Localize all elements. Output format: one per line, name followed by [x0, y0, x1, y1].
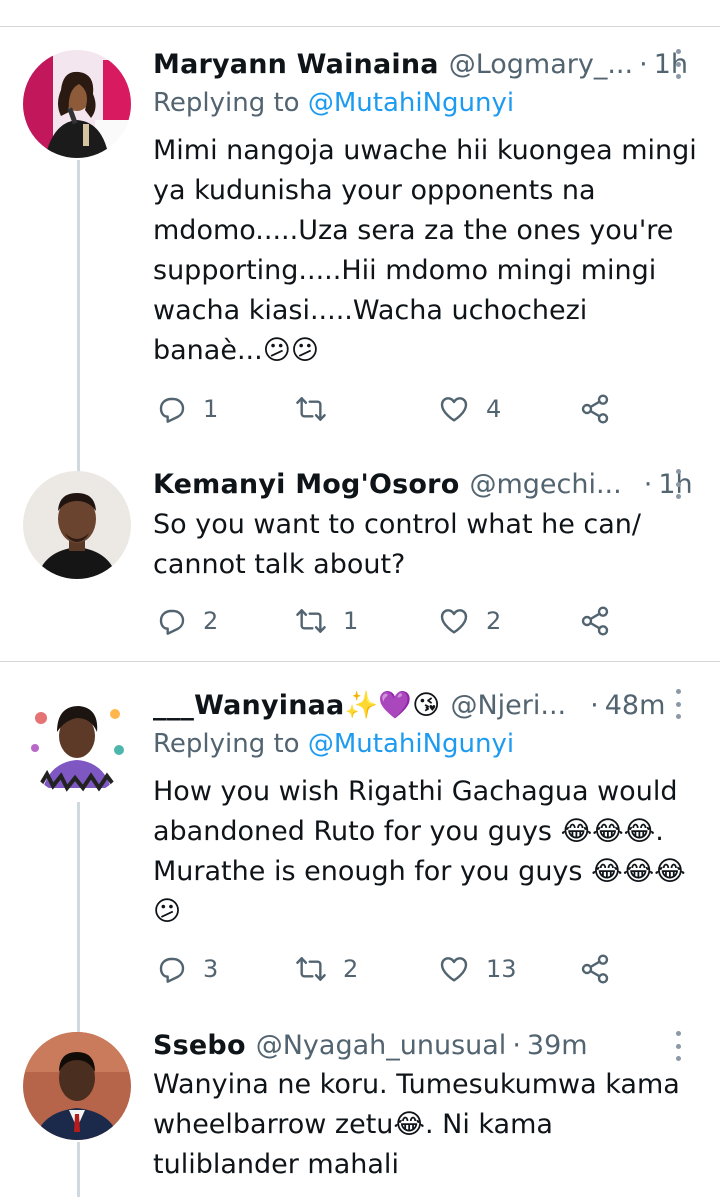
retweet-icon	[296, 609, 326, 633]
like-button[interactable]: 13	[438, 949, 517, 989]
separator: ·	[512, 1029, 521, 1061]
mention-link[interactable]: @MutahiNgunyi	[308, 88, 514, 118]
more-options-icon[interactable]	[672, 1031, 684, 1061]
avatar[interactable]	[23, 471, 131, 579]
tweet-text: So you want to control what he can/ cann…	[153, 509, 642, 580]
profile-photo-young-man	[23, 1032, 131, 1140]
timestamp[interactable]: 48m	[605, 690, 666, 721]
profile-photo-woman-microphone	[23, 50, 131, 158]
reply-count: 2	[203, 607, 219, 635]
replying-to: Replying to @MutahiNgunyi	[153, 729, 514, 759]
author-handle[interactable]: @mgechi...	[469, 469, 621, 500]
heart-icon	[440, 609, 468, 634]
tweet-header: Maryann Wainaina @Logmary_... · 1h	[153, 44, 693, 84]
more-options-icon[interactable]	[672, 469, 684, 499]
thread-line	[77, 1142, 80, 1197]
like-button[interactable]: 2	[438, 601, 501, 641]
more-options-icon[interactable]	[672, 49, 684, 79]
author-handle[interactable]: @Logmary_...	[449, 49, 633, 80]
reply-count: 1	[203, 395, 219, 423]
share-icon	[581, 606, 609, 636]
author-handle[interactable]: @Njeri...	[450, 690, 566, 721]
author-name[interactable]: Kemanyi Mog'Osoro	[153, 469, 459, 500]
tweet-text: Wanyina ne koru. Tumesukumwa kama wheelb…	[153, 1069, 680, 1180]
like-count: 13	[486, 955, 517, 983]
reply-count: 3	[203, 955, 219, 983]
tweet-header: ___Wanyinaa✨💜😘 @Njeri... · 48m	[153, 685, 693, 725]
heart-icon	[440, 397, 468, 422]
retweet-icon	[296, 397, 326, 421]
author-name[interactable]: Maryann Wainaina	[153, 49, 439, 80]
replying-prefix: Replying to	[153, 729, 308, 759]
tweet-actions: 2 1 2	[155, 601, 625, 641]
retweet-button[interactable]: 1	[295, 601, 358, 641]
separator: ·	[639, 48, 648, 80]
reply-icon	[159, 397, 185, 423]
tweet-text: How you wish Rigathi Gachagua would aban…	[153, 776, 686, 927]
thread-line	[77, 802, 80, 1032]
tweet-header: Kemanyi Mog'Osoro @mgechi... · 1h	[153, 464, 693, 504]
like-count: 2	[486, 607, 502, 635]
author-name[interactable]: ___Wanyinaa✨💜😘	[153, 689, 440, 721]
like-button[interactable]: 4	[438, 389, 501, 429]
mention-link[interactable]: @MutahiNgunyi	[308, 729, 514, 759]
reply-button[interactable]: 1	[155, 389, 218, 429]
separator: ·	[590, 689, 599, 721]
reply-icon	[159, 957, 185, 983]
avatar[interactable]	[23, 688, 131, 796]
replying-prefix: Replying to	[153, 88, 308, 118]
retweet-button[interactable]: 2	[295, 949, 358, 989]
profile-photo-woman-splash	[23, 688, 131, 796]
share-button[interactable]	[579, 949, 611, 989]
tweet-actions: 1 4	[155, 389, 625, 429]
timestamp[interactable]: 39m	[527, 1030, 588, 1061]
tweet-header: Ssebo @Nyagah_unusual · 39m	[153, 1025, 693, 1065]
more-options-icon[interactable]	[672, 689, 684, 719]
retweet-count: 1	[343, 607, 359, 635]
profile-photo-man	[23, 471, 131, 579]
share-icon	[581, 394, 609, 424]
avatar[interactable]	[23, 1032, 131, 1140]
retweet-button[interactable]	[295, 389, 343, 429]
reply-button[interactable]: 3	[155, 949, 218, 989]
reply-button[interactable]: 2	[155, 601, 218, 641]
author-handle[interactable]: @Nyagah_unusual	[256, 1030, 507, 1061]
avatar[interactable]	[23, 50, 131, 158]
share-button[interactable]	[579, 601, 611, 641]
retweet-count: 2	[343, 955, 359, 983]
reply-icon	[159, 609, 185, 635]
heart-icon	[440, 957, 468, 982]
replying-to: Replying to @MutahiNgunyi	[153, 88, 514, 118]
share-button[interactable]	[579, 389, 611, 429]
like-count: 4	[486, 395, 502, 423]
tweet-actions: 3 2 13	[155, 949, 625, 989]
author-name[interactable]: Ssebo	[153, 1030, 246, 1061]
share-icon	[581, 954, 609, 984]
separator: ·	[643, 468, 653, 500]
retweet-icon	[296, 957, 326, 981]
top-divider	[0, 26, 720, 27]
divider	[0, 661, 720, 662]
thread-line	[77, 160, 80, 473]
tweet-text: Mimi nangoja uwache hii kuongea mingi ya…	[153, 135, 697, 366]
